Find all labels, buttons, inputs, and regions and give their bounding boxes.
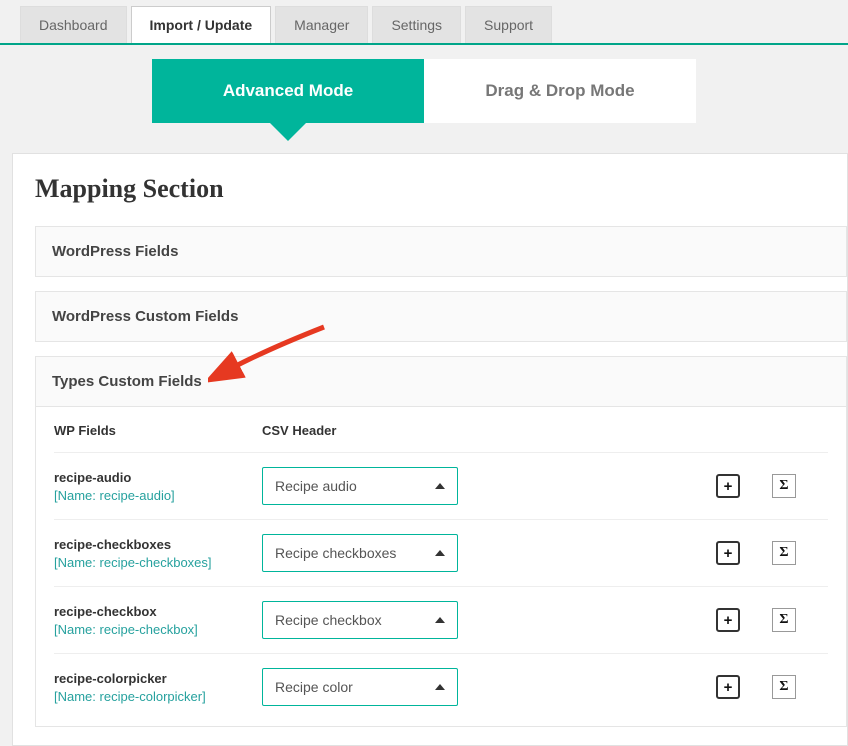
field-meta-text: [Name: recipe-checkboxes]: [54, 555, 262, 570]
section-types-custom-fields[interactable]: Types Custom Fields: [35, 356, 847, 407]
field-name-text: recipe-colorpicker: [54, 671, 262, 686]
csv-header-select[interactable]: Recipe color: [262, 668, 458, 706]
mapping-panel: Mapping Section WordPress Fields WordPre…: [12, 153, 848, 746]
sigma-icon[interactable]: Σ: [772, 474, 796, 498]
tab-manager[interactable]: Manager: [275, 6, 368, 43]
top-tabs: Dashboard Import / Update Manager Settin…: [0, 0, 848, 45]
col-header-wp-fields: WP Fields: [54, 423, 262, 438]
table-row: recipe-colorpicker [Name: recipe-colorpi…: [54, 653, 828, 720]
field-name-text: recipe-audio: [54, 470, 262, 485]
table-row: recipe-audio [Name: recipe-audio] Recipe…: [54, 452, 828, 519]
field-label: recipe-checkboxes [Name: recipe-checkbox…: [54, 537, 262, 570]
table-row: recipe-checkbox [Name: recipe-checkbox] …: [54, 586, 828, 653]
field-label: recipe-audio [Name: recipe-audio]: [54, 470, 262, 503]
tab-settings[interactable]: Settings: [372, 6, 461, 43]
plus-icon[interactable]: +: [716, 541, 740, 565]
chevron-up-icon: [435, 550, 445, 556]
section-wordpress-custom-fields[interactable]: WordPress Custom Fields: [35, 291, 847, 342]
chevron-up-icon: [435, 684, 445, 690]
plus-icon[interactable]: +: [716, 474, 740, 498]
csv-header-select[interactable]: Recipe checkbox: [262, 601, 458, 639]
field-name-text: recipe-checkboxes: [54, 537, 262, 552]
section-wordpress-fields[interactable]: WordPress Fields: [35, 226, 847, 277]
table-row: recipe-checkboxes [Name: recipe-checkbox…: [54, 519, 828, 586]
field-meta-text: [Name: recipe-colorpicker]: [54, 689, 262, 704]
field-label: recipe-colorpicker [Name: recipe-colorpi…: [54, 671, 262, 704]
drag-drop-mode-button[interactable]: Drag & Drop Mode: [424, 59, 696, 123]
column-headers: WP Fields CSV Header: [54, 419, 828, 452]
tab-import-update[interactable]: Import / Update: [131, 6, 272, 43]
chevron-up-icon: [435, 483, 445, 489]
field-meta-text: [Name: recipe-audio]: [54, 488, 262, 503]
csv-header-select[interactable]: Recipe audio: [262, 467, 458, 505]
tab-dashboard[interactable]: Dashboard: [20, 6, 127, 43]
sigma-icon[interactable]: Σ: [772, 608, 796, 632]
col-header-csv-header: CSV Header: [262, 423, 472, 438]
mode-switcher: Advanced Mode Drag & Drop Mode: [0, 45, 848, 153]
sigma-icon[interactable]: Σ: [772, 675, 796, 699]
field-meta-text: [Name: recipe-checkbox]: [54, 622, 262, 637]
types-custom-fields-body: WP Fields CSV Header recipe-audio [Name:…: [35, 407, 847, 727]
select-value: Recipe color: [275, 679, 353, 695]
tab-support[interactable]: Support: [465, 6, 552, 43]
page-title: Mapping Section: [35, 174, 847, 204]
plus-icon[interactable]: +: [716, 608, 740, 632]
select-value: Recipe checkboxes: [275, 545, 396, 561]
select-value: Recipe audio: [275, 478, 357, 494]
sigma-icon[interactable]: Σ: [772, 541, 796, 565]
plus-icon[interactable]: +: [716, 675, 740, 699]
field-name-text: recipe-checkbox: [54, 604, 262, 619]
advanced-mode-button[interactable]: Advanced Mode: [152, 59, 424, 123]
select-value: Recipe checkbox: [275, 612, 382, 628]
field-label: recipe-checkbox [Name: recipe-checkbox]: [54, 604, 262, 637]
chevron-up-icon: [435, 617, 445, 623]
csv-header-select[interactable]: Recipe checkboxes: [262, 534, 458, 572]
